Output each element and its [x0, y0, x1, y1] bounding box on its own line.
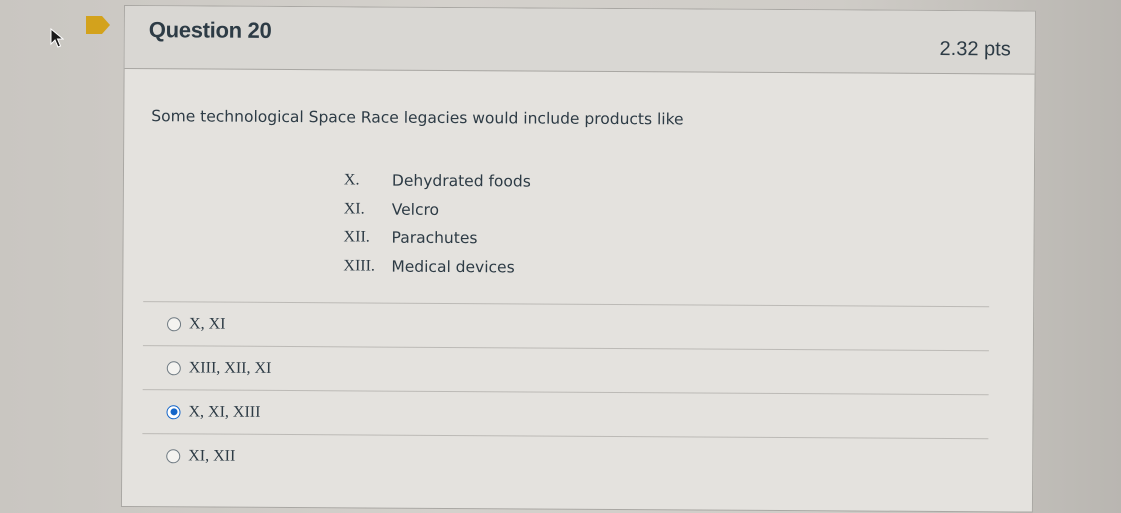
answer-label[interactable]: XI, XII	[188, 447, 235, 465]
list-item-number: XI.	[343, 200, 365, 218]
answer-option[interactable]: XI, XII	[142, 433, 989, 483]
question-card: Question 20 2.32 pts Some technological …	[120, 5, 1036, 513]
list-item: XIII. Medical devices	[343, 252, 530, 282]
list-item-number: XII.	[343, 228, 370, 246]
question-header: Question 20 2.32 pts	[124, 6, 1035, 75]
list-item-number: X.	[343, 171, 360, 189]
answer-option[interactable]: XIII, XII, XI	[142, 345, 989, 395]
radio-icon[interactable]	[166, 404, 181, 419]
list-item-text: Dehydrated foods	[391, 171, 531, 191]
list-item-number: XIII.	[343, 257, 376, 275]
answer-options: X, XI XIII, XII, XI X, XI, XIII XI, XII	[142, 301, 990, 483]
list-item: X. Dehydrated foods	[344, 166, 531, 196]
answer-label[interactable]: X, XI	[189, 315, 226, 333]
answer-option[interactable]: X, XI, XIII	[142, 389, 989, 439]
flag-icon[interactable]	[85, 14, 111, 36]
answer-option[interactable]: X, XI	[142, 301, 990, 351]
question-body: Some technological Space Race legacies w…	[122, 69, 1035, 512]
pointer-icon	[50, 28, 64, 48]
numbered-list: X. Dehydrated foods XI. Velcro XII. Para…	[343, 166, 531, 281]
list-item: XII. Parachutes	[343, 223, 530, 253]
answer-label[interactable]: XIII, XII, XI	[189, 359, 272, 378]
list-item-text: Medical devices	[391, 257, 515, 277]
list-item: XI. Velcro	[344, 195, 531, 225]
list-item-text: Parachutes	[391, 228, 478, 248]
radio-icon[interactable]	[166, 360, 181, 375]
list-item-text: Velcro	[391, 200, 440, 219]
question-points: 2.32 pts	[939, 37, 1011, 61]
radio-icon[interactable]	[166, 448, 181, 463]
answer-label[interactable]: X, XI, XIII	[188, 403, 260, 421]
radio-icon[interactable]	[167, 316, 182, 331]
question-prompt: Some technological Space Race legacies w…	[151, 107, 684, 129]
question-title: Question 20	[148, 17, 272, 43]
